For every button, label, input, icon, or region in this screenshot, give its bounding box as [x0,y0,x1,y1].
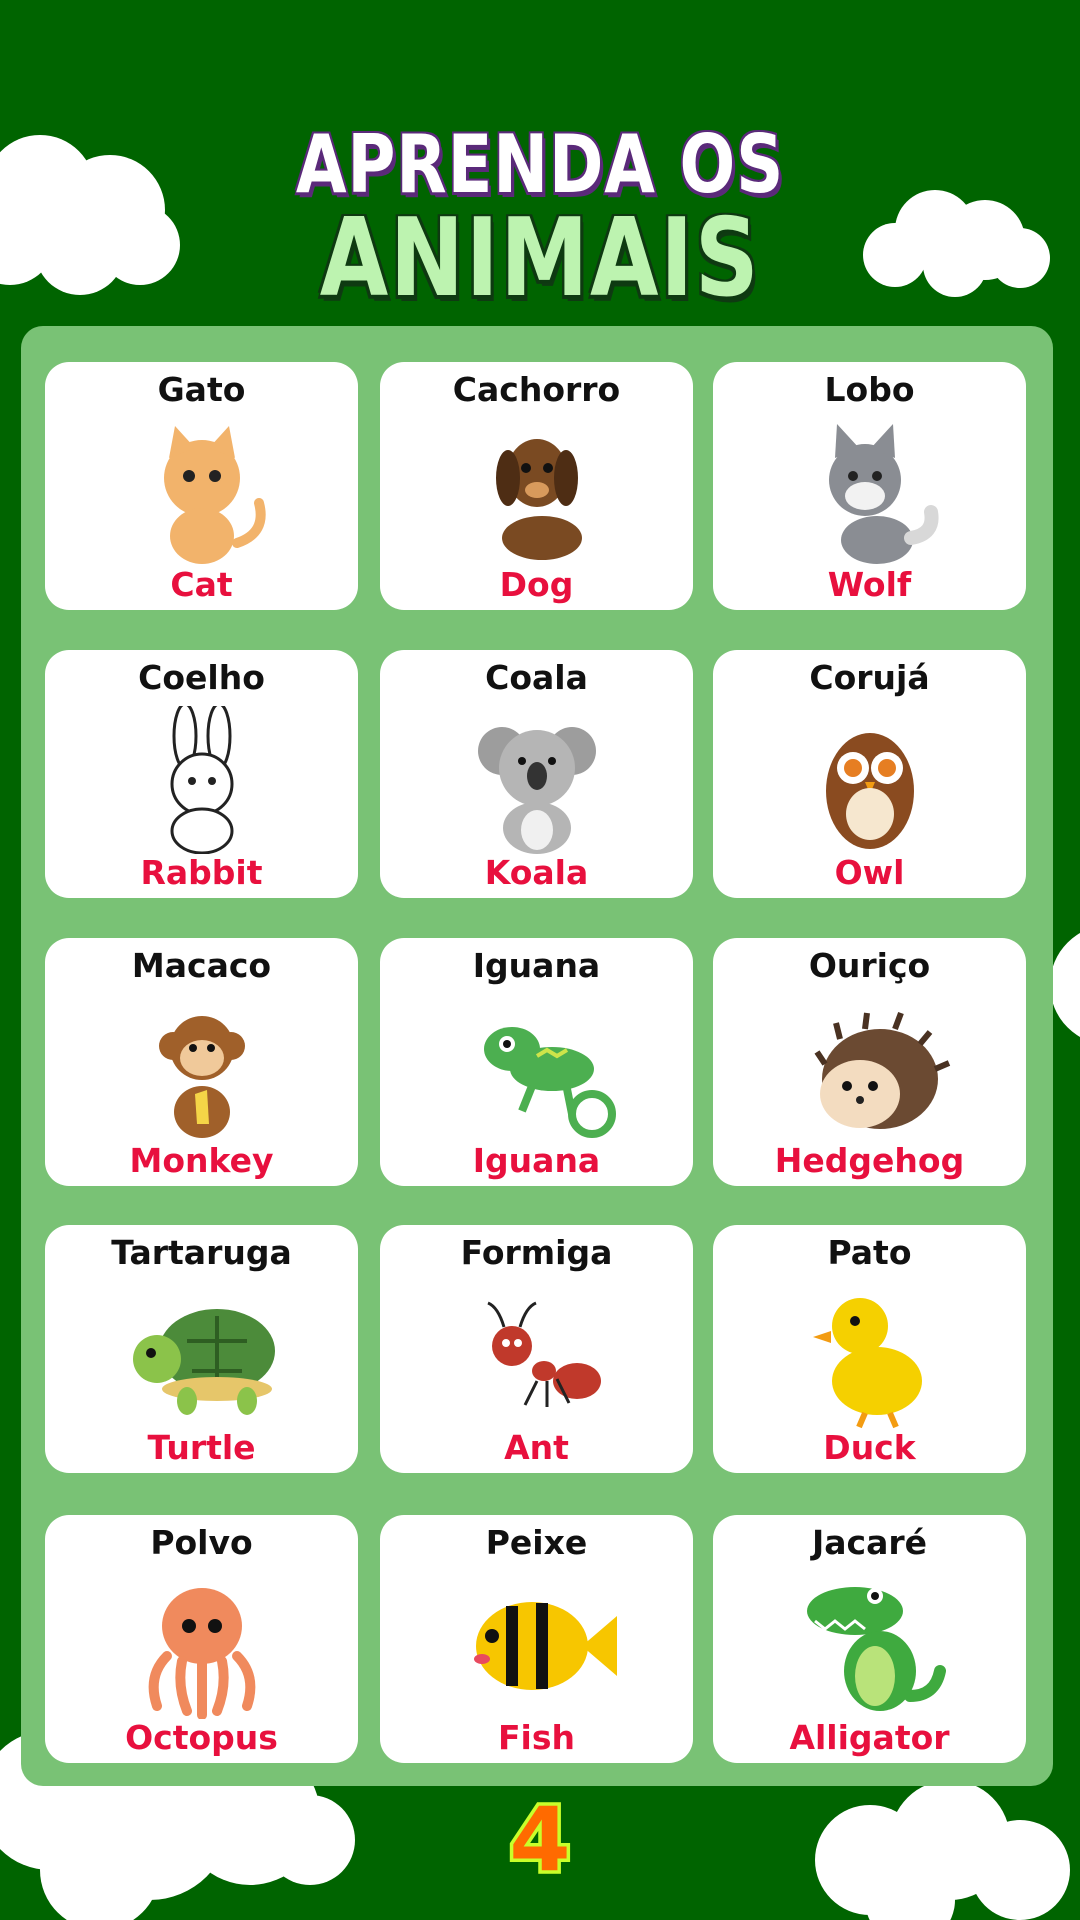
animal-card-turtle: Tartaruga Turtle [45,1225,358,1473]
animal-card-duck: Pato Duck [713,1225,1026,1473]
cat-icon [163,426,266,564]
cloud-bottom-right [815,1780,1070,1920]
animal-card-rabbit: Coelho Rabbit [45,650,358,898]
wolf-icon [828,424,939,564]
animal-card-monkey: Macaco Monkey [45,938,358,1186]
portuguese-label: Tartaruga [111,1233,292,1272]
dog-icon [495,439,582,560]
animal-card-owl: Corujá Owl [713,650,1026,898]
english-label: Wolf [827,565,912,604]
portuguese-label: Formiga [460,1233,613,1272]
portuguese-label: Gato [157,370,246,409]
portuguese-label: Iguana [472,946,601,985]
koala-icon [477,727,596,854]
animal-card-iguana: Iguana Iguana [380,938,693,1186]
alligator-icon [806,1587,946,1711]
english-label: Dog [499,565,574,604]
animal-card-octopus: Polvo Octopus [45,1515,358,1763]
portuguese-label: Peixe [485,1523,588,1562]
animal-card-hedgehog: Ouriço Hedgehog [713,938,1026,1186]
english-label: Monkey [129,1141,274,1180]
page-number-badge: 4 [506,1790,574,1886]
octopus-icon [148,1588,255,1719]
english-label: Duck [823,1428,916,1467]
portuguese-label: Cachorro [452,370,621,409]
english-label: Iguana [472,1141,601,1180]
ant-icon [486,1301,601,1407]
iguana-icon [483,1027,616,1138]
animal-card-koala: Coala Koala [380,650,693,898]
english-label: Alligator [789,1718,950,1757]
animal-card-cat: Gato Cat [45,362,358,610]
english-label: Rabbit [140,853,263,892]
portuguese-label: Coelho [138,658,265,697]
english-label: Octopus [125,1718,278,1757]
english-label: Koala [484,853,589,892]
english-label: Owl [834,853,905,892]
cloud-right-middle [1050,933,1080,1037]
english-label: Ant [504,1428,569,1467]
english-label: Hedgehog [774,1141,965,1180]
title-line-2: ANIMAIS [319,196,761,321]
portuguese-label: Pato [827,1233,912,1272]
portuguese-label: Ouriço [808,946,931,985]
portuguese-label: Jacaré [811,1523,928,1562]
animal-card-fish: Peixe Fish [380,1515,693,1763]
portuguese-label: Coala [485,658,588,697]
page-number: 4 [509,1790,570,1886]
turtle-icon [132,1309,275,1415]
monkey-icon [158,1016,245,1138]
english-label: Fish [498,1718,575,1757]
owl-icon [825,733,914,849]
hedgehog-icon [814,1011,950,1129]
portuguese-label: Lobo [824,370,915,409]
duck-icon [812,1298,922,1429]
animal-card-dog: Cachorro Dog [380,362,693,610]
rabbit-icon [170,706,233,854]
portuguese-label: Polvo [150,1523,253,1562]
animal-card-alligator: Jacaré Alligator [713,1515,1026,1763]
english-label: Cat [170,565,233,604]
portuguese-label: Corujá [809,658,930,697]
english-label: Turtle [147,1428,256,1467]
portuguese-label: Macaco [131,946,272,985]
animal-card-ant: Formiga Ant [380,1225,693,1473]
animal-card-wolf: Lobo Wolf [713,362,1026,610]
fish-icon [473,1602,617,1690]
